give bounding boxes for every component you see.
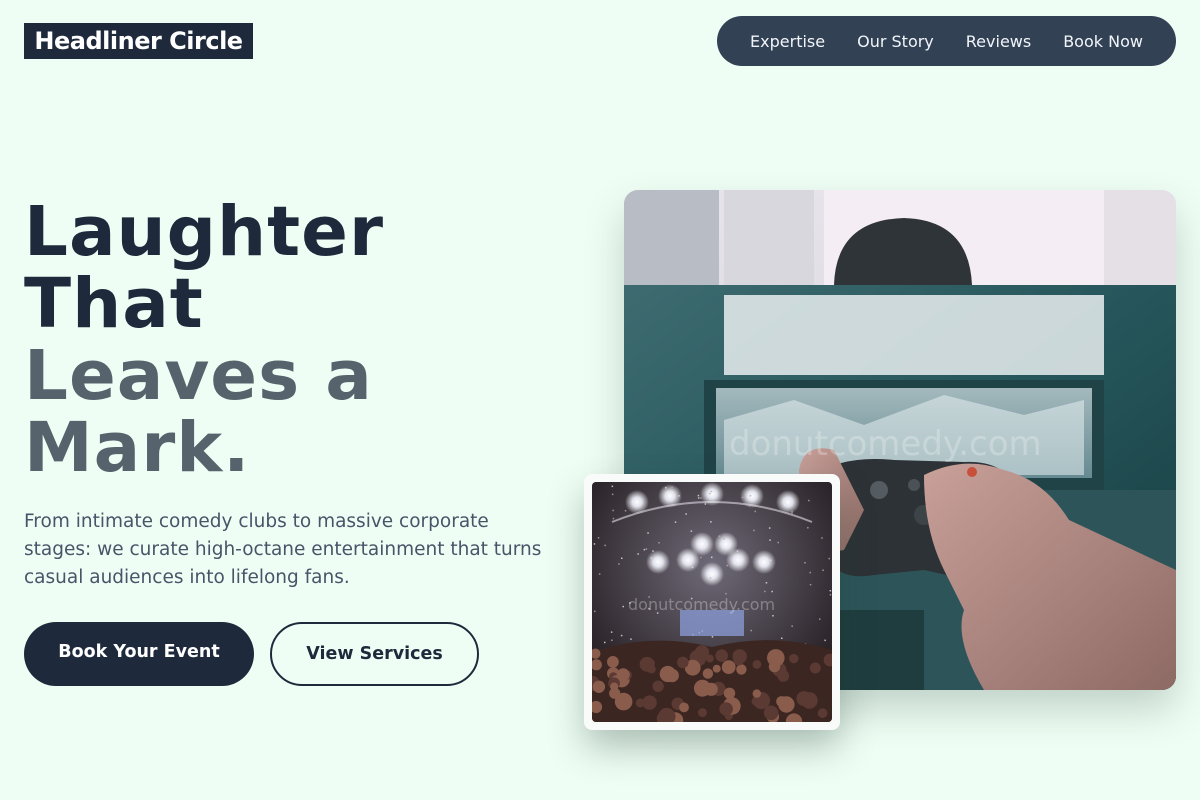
headline-line: That (24, 264, 204, 344)
headline-line: Leaves a (24, 336, 373, 416)
brand-logo[interactable]: Headliner Circle (24, 23, 253, 59)
concert-photo-illustration: donutcomedy.com (592, 482, 832, 722)
nav-item-book-now[interactable]: Book Now (1063, 32, 1143, 51)
inset-photo-frame: donutcomedy.com (584, 474, 840, 730)
hero-description: From intimate comedy clubs to massive co… (24, 511, 542, 588)
watermark-text: donutcomedy.com (729, 424, 1042, 464)
nav-item-expertise[interactable]: Expertise (750, 32, 825, 51)
watermark-text: donutcomedy.com (628, 595, 775, 614)
inset-photo-concert: donutcomedy.com (592, 482, 832, 722)
main-nav: Expertise Our Story Reviews Book Now (717, 16, 1176, 66)
headline-line: Laughter (24, 192, 384, 272)
hero-headline: Laughter That Leaves a Mark. (24, 196, 384, 484)
nav-item-our-story[interactable]: Our Story (857, 32, 934, 51)
nav-item-reviews[interactable]: Reviews (966, 32, 1031, 51)
view-services-button[interactable]: View Services (270, 622, 479, 686)
headline-line: Mark. (24, 408, 251, 488)
book-event-button[interactable]: Book Your Event (24, 622, 254, 686)
